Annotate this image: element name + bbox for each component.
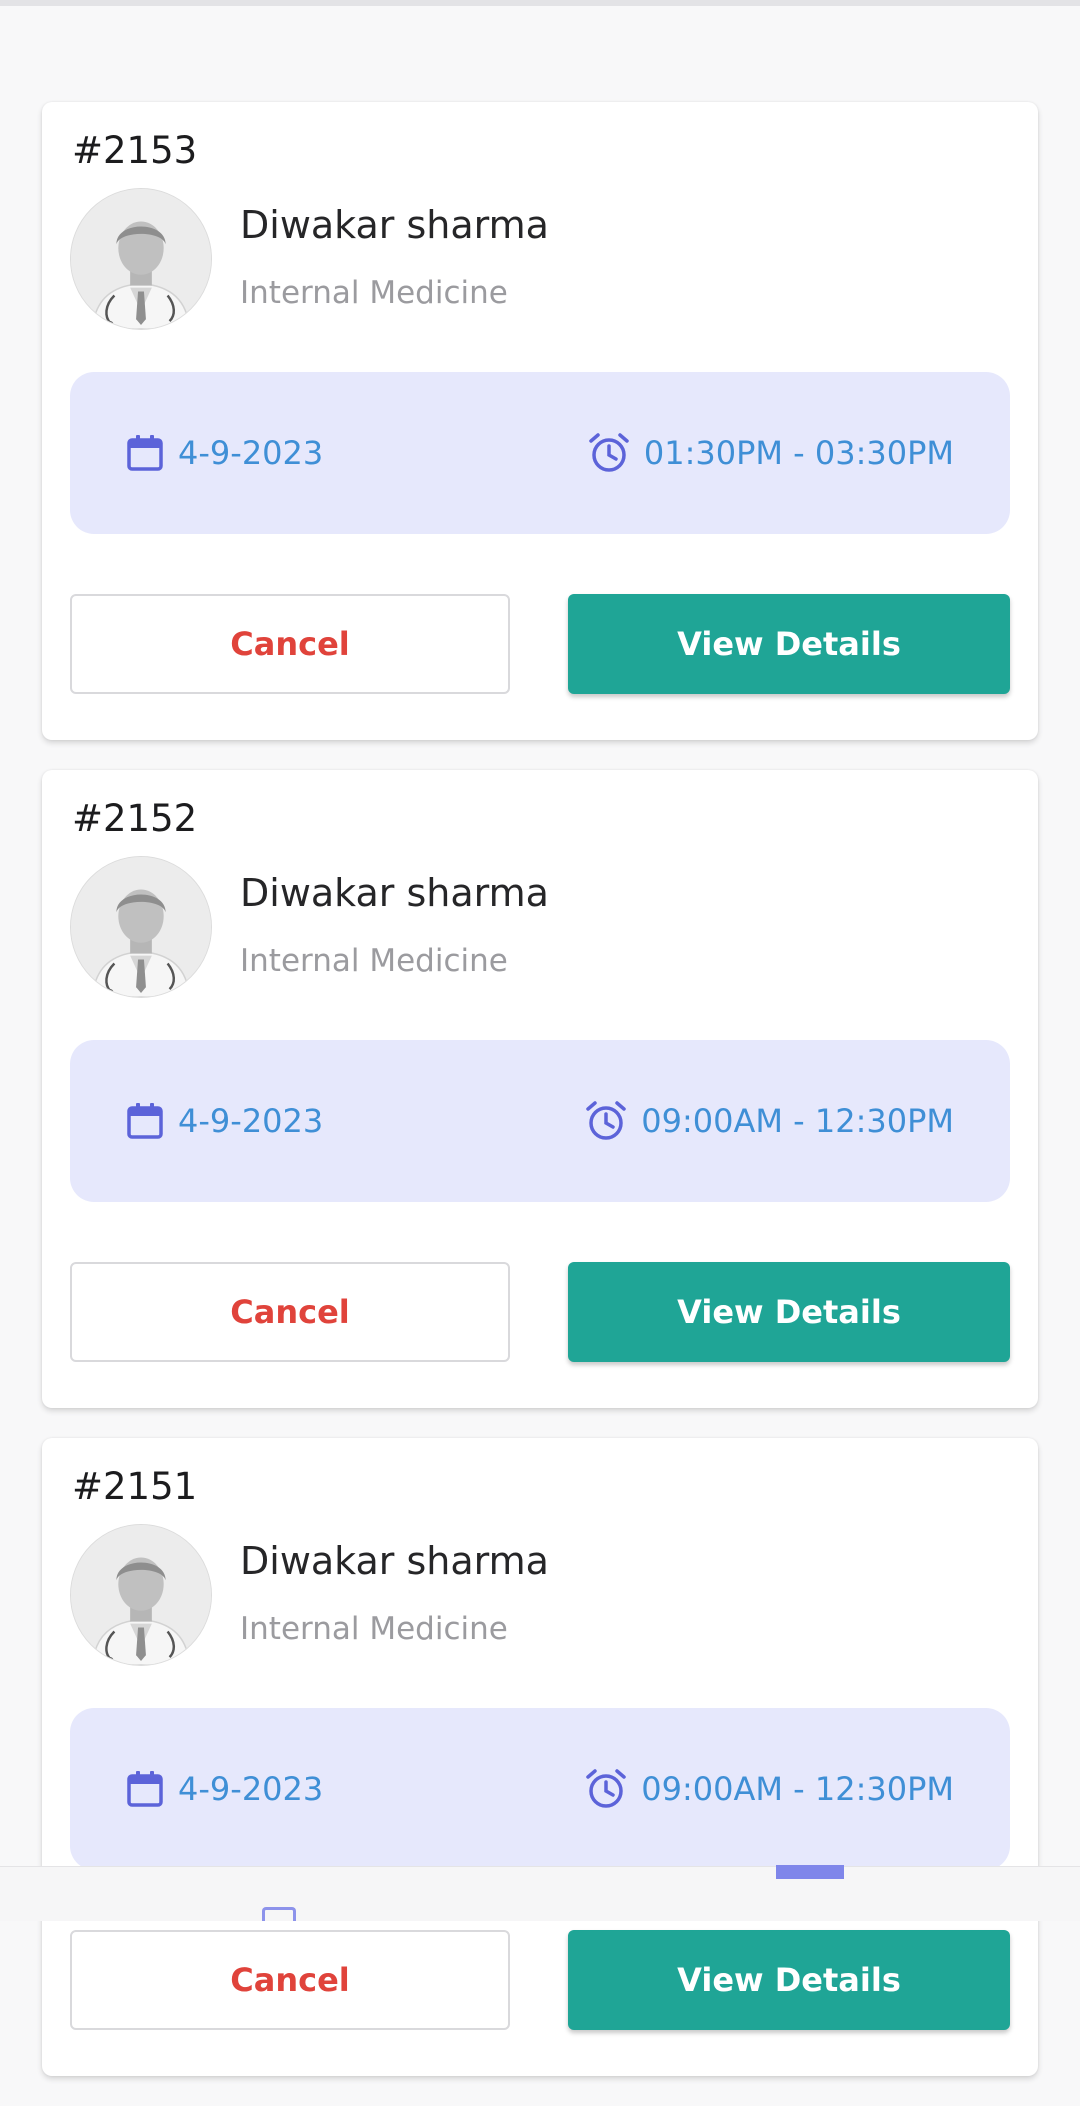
appointment-time-text: 09:00AM - 12:30PM (641, 1102, 954, 1140)
doctor-avatar-image (71, 189, 211, 329)
active-tab-indicator (776, 1865, 844, 1879)
view-details-button[interactable]: View Details (568, 1930, 1010, 2030)
calendar-icon (127, 1103, 163, 1139)
schedule-panel: 4-9-2023 01:30PM - 03:30PM (70, 372, 1010, 534)
doctor-specialty: Internal Medicine (240, 1611, 508, 1647)
appointment-id: #2153 (72, 129, 198, 172)
alarm-clock-icon (589, 433, 629, 472)
doctor-name: Diwakar sharma (240, 203, 549, 247)
doctor-specialty: Internal Medicine (240, 943, 508, 979)
appointment-time-text: 01:30PM - 03:30PM (643, 434, 954, 472)
appointment-card: #2153 Diwakar sharma Internal Medicine 4… (42, 102, 1038, 740)
calendar-icon (127, 435, 163, 471)
appointment-id: #2152 (72, 797, 198, 840)
doctor-avatar (70, 856, 212, 998)
cancel-button[interactable]: Cancel (70, 1930, 510, 2030)
appointment-time: 09:00AM - 12:30PM (585, 1040, 954, 1202)
calendar-tab-icon[interactable] (262, 1907, 296, 1921)
appointment-date-text: 4-9-2023 (178, 434, 324, 472)
appointment-card: #2152 Diwakar sharma Internal Medicine 4… (42, 770, 1038, 1408)
doctor-avatar-image (71, 857, 211, 997)
top-divider (0, 0, 1080, 6)
appointment-time-text: 09:00AM - 12:30PM (641, 1770, 954, 1808)
appointment-time: 01:30PM - 03:30PM (588, 372, 954, 534)
doctor-name: Diwakar sharma (240, 1539, 549, 1583)
appointment-date: 4-9-2023 (126, 1708, 323, 1870)
calendar-icon (127, 1771, 163, 1807)
appointment-time: 09:00AM - 12:30PM (585, 1708, 954, 1870)
schedule-panel: 4-9-2023 09:00AM - 12:30PM (70, 1040, 1010, 1202)
view-details-button[interactable]: View Details (568, 1262, 1010, 1362)
appointment-card: #2151 Diwakar sharma Internal Medicine 4… (42, 1438, 1038, 2076)
alarm-clock-icon (586, 1101, 627, 1140)
cancel-button[interactable]: Cancel (70, 1262, 510, 1362)
doctor-avatar (70, 1524, 212, 1666)
appointment-id: #2151 (72, 1465, 198, 1508)
cancel-button[interactable]: Cancel (70, 594, 510, 694)
appointment-date: 4-9-2023 (126, 372, 323, 534)
schedule-panel: 4-9-2023 09:00AM - 12:30PM (70, 1708, 1010, 1870)
appointment-list: #2153 Diwakar sharma Internal Medicine 4… (42, 102, 1038, 2106)
doctor-name: Diwakar sharma (240, 871, 549, 915)
alarm-clock-icon (586, 1769, 627, 1808)
bottom-navigation-bar (0, 1865, 1080, 1921)
appointment-date-text: 4-9-2023 (178, 1770, 324, 1808)
view-details-button[interactable]: View Details (568, 594, 1010, 694)
doctor-avatar-image (71, 1525, 211, 1665)
doctor-avatar (70, 188, 212, 330)
appointment-date: 4-9-2023 (126, 1040, 323, 1202)
doctor-specialty: Internal Medicine (240, 275, 508, 311)
appointment-date-text: 4-9-2023 (178, 1102, 324, 1140)
